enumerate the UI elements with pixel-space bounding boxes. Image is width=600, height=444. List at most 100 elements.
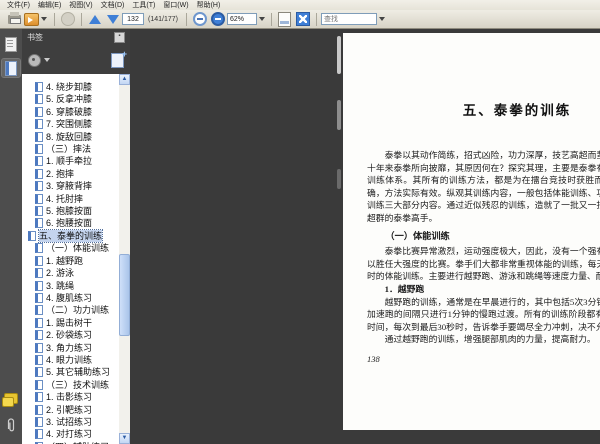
- bookmark-item[interactable]: 1. 顺手牵拉: [22, 155, 119, 167]
- scrollbar-thumb[interactable]: [119, 254, 130, 336]
- bookmark-item[interactable]: （三）技术训练: [22, 379, 119, 391]
- find-input[interactable]: [320, 13, 377, 25]
- panel-menu-button[interactable]: ▪: [114, 32, 125, 43]
- bookmark-icon: [35, 292, 43, 303]
- zoom-in-button[interactable]: [210, 11, 226, 27]
- pages-panel-button[interactable]: [2, 35, 20, 53]
- bookmark-item[interactable]: 4. 眼力训练: [22, 354, 119, 366]
- bookmarks-panel-header: 书签 ▪: [22, 29, 130, 46]
- bookmark-item[interactable]: 2. 砂袋练习: [22, 329, 119, 341]
- attachments-panel-button[interactable]: [2, 416, 20, 434]
- pages-icon: [5, 36, 17, 52]
- bookmark-item[interactable]: 1. 击影练习: [22, 391, 119, 403]
- bookmark-label: 4. 腹肌练习: [46, 292, 93, 303]
- menu-item-2[interactable]: 视图(V): [65, 0, 96, 10]
- paragraph: 泰拳以其动作简练，招式凶险，功力深厚，技艺高超而蜚声国际武坛。几十年来泰拳所向披…: [367, 150, 600, 223]
- bookmark-label: 2. 引靶练习: [46, 404, 93, 415]
- new-bookmark-icon[interactable]: [111, 49, 127, 68]
- bookmark-item[interactable]: 1. 踢击树干: [22, 317, 119, 329]
- zoom-out-button[interactable]: [192, 11, 208, 27]
- bookmark-options-icon[interactable]: [28, 53, 41, 67]
- chevron-down-icon[interactable]: [44, 58, 50, 62]
- navigation-icon-strip: [0, 29, 22, 444]
- previous-view-button[interactable]: [60, 11, 76, 27]
- bookmark-label: 2. 砂袋练习: [46, 330, 93, 341]
- previous-page-button[interactable]: [87, 11, 103, 27]
- bookmark-item[interactable]: 2. 抱摔: [22, 168, 119, 180]
- bookmark-item[interactable]: 4. 腹肌练习: [22, 292, 119, 304]
- bookmark-item[interactable]: 2. 游泳: [22, 267, 119, 279]
- scroll-down-button[interactable]: ▼: [119, 433, 130, 444]
- bookmark-label: 五、泰拳的训练: [37, 228, 104, 244]
- bookmark-icon: [35, 131, 43, 142]
- menu-item-5[interactable]: 窗口(W): [159, 0, 192, 10]
- bookmark-item[interactable]: （一）体能训练: [22, 242, 119, 254]
- bookmarks-panel: 书签 ▪ 4. 绕步卸膝 5. 反拿冲膝6. 穿膝破膝 7. 突围侧膝8. 旋敌回膝…: [22, 29, 130, 444]
- bookmark-label: 4. 绕步卸膝: [46, 82, 93, 92]
- bookmark-item[interactable]: （二）功力训练: [22, 304, 119, 316]
- bookmark-label: 3. 角力练习: [46, 342, 93, 353]
- bookmark-item[interactable]: 6. 穿膝破膝: [22, 106, 119, 118]
- bookmark-item[interactable]: 4. 托肘摔: [22, 193, 119, 205]
- bookmark-item[interactable]: 7. 突围侧膝: [22, 118, 119, 130]
- bookmark-item[interactable]: 5. 抱膝按面: [22, 205, 119, 217]
- paragraph: 通过越野跑的训练，增强腿部肌肉的力量，提高耐力。: [384, 334, 596, 345]
- scroll-up-button[interactable]: ▲: [119, 74, 130, 85]
- bookmark-item[interactable]: 5. 反拿冲膝: [22, 93, 119, 105]
- menu-item-0[interactable]: 文件(F): [3, 0, 34, 10]
- bookmark-item[interactable]: 5. 其它辅助练习: [22, 366, 119, 378]
- scrolling-mode-button[interactable]: [277, 11, 293, 27]
- export-button[interactable]: [24, 11, 49, 27]
- section-heading: 1．越野跑: [384, 283, 425, 294]
- toolbar: (141/177): [0, 10, 600, 29]
- bookmark-item[interactable]: 1. 越野跑: [22, 255, 119, 267]
- bookmark-label: 8. 旋敌回膝: [46, 131, 93, 142]
- menu-item-6[interactable]: 帮助(H): [193, 0, 225, 10]
- bookmark-label: 3. 试招练习: [46, 416, 93, 427]
- bookmark-icon: [35, 280, 43, 291]
- page-content: 五、泰拳的训练 泰拳以其动作简练，招式凶险，功力深厚，技艺高超而蜚声国际武坛。几…: [343, 33, 600, 364]
- bookmarks-panel-button[interactable]: [1, 58, 21, 78]
- chevron-down-icon[interactable]: [378, 17, 385, 21]
- bookmark-icon: [35, 82, 43, 92]
- bookmark-icon: [35, 317, 43, 328]
- next-page-button[interactable]: [105, 11, 121, 27]
- menu-item-1[interactable]: 编辑(E): [34, 0, 65, 10]
- document-canvas[interactable]: 五、泰拳的训练 泰拳以其动作简练，招式凶险，功力深厚，技艺高超而蜚声国际武坛。几…: [130, 29, 600, 444]
- page-up-icon: [89, 14, 101, 24]
- bookmark-item-selected[interactable]: 五、泰拳的训练: [22, 228, 119, 244]
- bookmark-item[interactable]: 8. 旋敌回膝: [22, 131, 119, 143]
- zoom-level-input[interactable]: [226, 13, 257, 25]
- bookmark-item[interactable]: 6. 抱腰按面: [22, 217, 119, 229]
- bookmark-item[interactable]: （三）摔法: [22, 143, 119, 155]
- print-button[interactable]: [6, 11, 22, 27]
- menu-item-3[interactable]: 文档(D): [97, 0, 129, 10]
- scrollbar-fragment: [337, 169, 341, 189]
- bookmark-label: 1. 击影练习: [46, 392, 93, 403]
- menu-item-4[interactable]: 工具(T): [128, 0, 159, 10]
- bookmark-item[interactable]: 4. 对打练习: [22, 428, 119, 440]
- bookmark-label: 1. 顺手牵拉: [46, 156, 93, 167]
- bookmark-icon: [35, 367, 43, 378]
- fullscreen-button[interactable]: [295, 11, 311, 27]
- bookmark-item[interactable]: 3. 角力练习: [22, 342, 119, 354]
- bookmark-label: 6. 穿膝破膝: [46, 106, 93, 117]
- bookmark-icon: [28, 230, 36, 241]
- document-page[interactable]: 五、泰拳的训练 泰拳以其动作简练，招式凶险，功力深厚，技艺高超而蜚声国际武坛。几…: [343, 33, 600, 430]
- bookmark-label: （三）摔法: [46, 144, 92, 155]
- bookmark-item[interactable]: 3. 跳绳: [22, 280, 119, 292]
- bookmark-item[interactable]: 4. 绕步卸膝: [22, 81, 119, 93]
- bookmarks-scrollbar[interactable]: ▲ ▼: [119, 74, 130, 444]
- bookmarks-panel-title: 书签: [27, 33, 43, 42]
- zoom-in-icon: [210, 12, 225, 26]
- bookmark-item[interactable]: 3. 穿腋背摔: [22, 180, 119, 192]
- bookmark-icon: [35, 330, 43, 341]
- bookmarks-icon: [5, 60, 17, 76]
- bookmark-label: 5. 抱膝按面: [46, 206, 93, 217]
- page-number-input[interactable]: [122, 13, 144, 25]
- paragraph: 泰拳比赛异常激烈，运动强度极大，因此，没有一个强有力的体魄，是难以胜任大强度的比…: [367, 246, 600, 282]
- bookmark-item[interactable]: 3. 试招练习: [22, 416, 119, 428]
- comments-panel-button[interactable]: [2, 392, 20, 410]
- chevron-down-icon[interactable]: [258, 17, 265, 21]
- bookmark-item[interactable]: 2. 引靶练习: [22, 404, 119, 416]
